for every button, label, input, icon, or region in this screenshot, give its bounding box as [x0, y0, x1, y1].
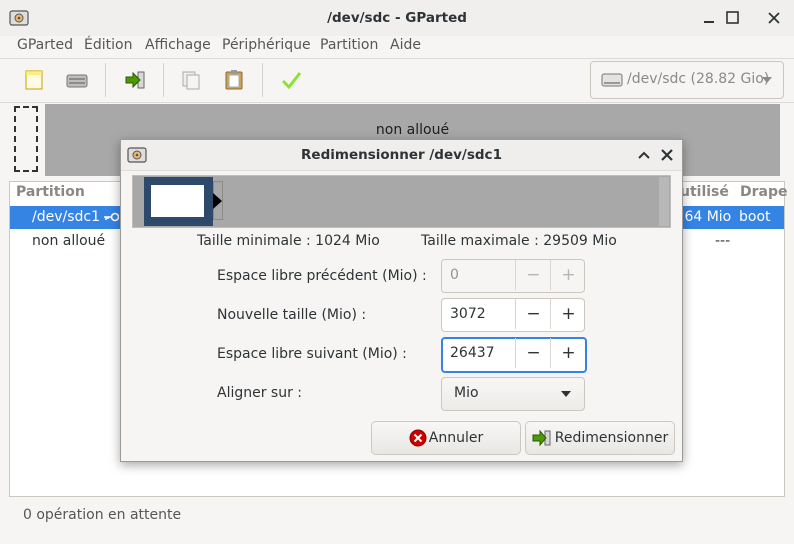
max-size-label: Taille maximale : 29509 Mio: [421, 233, 617, 249]
column-partition[interactable]: Partition: [16, 184, 85, 200]
graph-unallocated-label: non alloué: [375, 122, 450, 138]
row-used: .64 Mio: [680, 209, 732, 225]
free-before-label: Espace libre précédent (Mio) :: [217, 268, 427, 284]
apply-icon: [281, 72, 302, 90]
close-icon: [768, 12, 780, 24]
resize-dialog: Redimensionner /dev/sdc1 Taille minimale…: [120, 139, 683, 462]
resize-label: Redimensionner: [554, 430, 669, 446]
close-button[interactable]: [764, 8, 784, 28]
free-after-spinner[interactable]: − +: [441, 337, 587, 373]
minimize-button[interactable]: [699, 8, 719, 28]
align-label: Aligner sur :: [217, 385, 303, 401]
decrement-button[interactable]: −: [515, 260, 551, 290]
increment-button[interactable]: +: [550, 338, 586, 368]
resize-button[interactable]: Redimensionner: [525, 421, 675, 455]
dialog-close-button[interactable]: [658, 146, 676, 164]
device-selector[interactable]: /dev/sdc (28.82 Gio): [590, 61, 784, 99]
column-used[interactable]: utilisé: [680, 184, 729, 200]
drive-icon: [601, 73, 623, 87]
new-size-label: Nouvelle taille (Mio) :: [217, 307, 367, 323]
increment-button[interactable]: +: [550, 299, 586, 329]
decrement-button[interactable]: −: [515, 299, 551, 329]
maximize-icon: [726, 11, 739, 24]
free-after-input[interactable]: [442, 338, 522, 368]
menu-edition[interactable]: Édition: [84, 37, 132, 53]
maximize-button[interactable]: [723, 8, 743, 28]
device-label: /dev/sdc (28.82 Gio): [627, 71, 770, 87]
dialog-title: Redimensionner /dev/sdc1: [301, 147, 502, 163]
apply-button[interactable]: [276, 65, 306, 95]
status-text: 0 opération en attente: [23, 507, 182, 523]
row-flags: ---: [715, 233, 731, 249]
resize-arrow-icon: [213, 193, 222, 209]
resize-move-icon: [125, 71, 145, 89]
increment-button[interactable]: +: [550, 260, 586, 290]
window-title: /dev/sdc - GParted: [327, 10, 467, 26]
close-icon: [661, 149, 673, 161]
key-icon: [104, 212, 119, 222]
free-before-input[interactable]: [442, 260, 522, 290]
free-after-label: Espace libre suivant (Mio) :: [217, 346, 407, 362]
status-bar: 0 opération en attente: [0, 500, 794, 544]
new-partition-icon: [25, 70, 43, 90]
menu-aide[interactable]: Aide: [390, 37, 421, 53]
copy-button[interactable]: [176, 65, 206, 95]
new-size-spinner[interactable]: − +: [441, 298, 585, 332]
cancel-button[interactable]: Annuler: [371, 421, 521, 455]
chevron-down-icon: [762, 77, 772, 83]
minimize-icon: [704, 21, 714, 23]
min-size-label: Taille minimale : 1024 Mio: [197, 233, 380, 249]
delete-partition-button[interactable]: [62, 65, 92, 95]
row-flags: boot: [739, 209, 771, 225]
chevron-down-icon: [561, 391, 571, 397]
free-before-spinner[interactable]: − +: [441, 259, 585, 293]
cancel-icon: [409, 429, 427, 447]
resize-move-button[interactable]: [120, 65, 150, 95]
graph-partition-sdc1[interactable]: [14, 106, 38, 172]
resize-move-icon: [532, 429, 551, 447]
cancel-label: Annuler: [428, 430, 484, 446]
delete-partition-icon: [66, 74, 88, 88]
paste-button[interactable]: [219, 65, 249, 95]
decrement-button[interactable]: −: [515, 338, 551, 368]
menu-peripherique[interactable]: Périphérique: [222, 37, 311, 53]
menu-gparted[interactable]: GParted: [17, 37, 73, 53]
column-flags[interactable]: Drape: [740, 184, 788, 200]
dialog-collapse-button[interactable]: [635, 146, 653, 164]
align-value: Mio: [454, 385, 479, 401]
new-partition-button[interactable]: [19, 65, 49, 95]
resize-graph[interactable]: [132, 175, 671, 228]
menu-partition[interactable]: Partition: [320, 37, 378, 53]
row-partition: non alloué: [32, 233, 106, 249]
paste-icon: [225, 70, 243, 90]
menu-bar: GParted Édition Affichage Périphérique P…: [0, 36, 794, 58]
menu-affichage[interactable]: Affichage: [145, 37, 211, 53]
chevron-up-icon: [638, 151, 650, 159]
resize-partition-block[interactable]: [144, 177, 213, 226]
copy-icon: [182, 71, 200, 90]
new-size-input[interactable]: [442, 299, 522, 329]
row-partition: /dev/sdc1: [32, 209, 101, 225]
title-bar: /dev/sdc - GParted: [0, 0, 794, 36]
resize-right-edge: [659, 177, 669, 226]
align-dropdown[interactable]: Mio: [441, 377, 585, 411]
